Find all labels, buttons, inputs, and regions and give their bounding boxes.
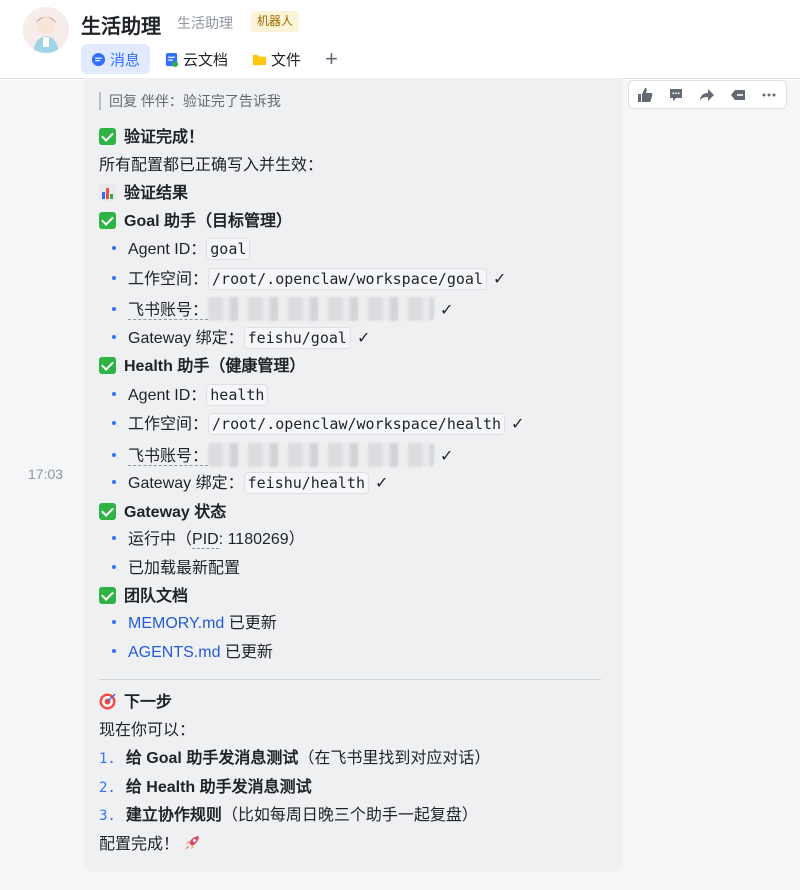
chat-tabs: 消息 云文档 文件 + <box>81 44 348 74</box>
goal-agent-id: Agent ID： goal <box>99 238 251 261</box>
config-done: 配置完成！ <box>99 834 201 856</box>
gateway-loaded: 已加载最新配置 <box>99 558 240 580</box>
chat-subtitle: 生活助理 <box>177 15 233 31</box>
goal-feishu-account: 飞书账号： ✓ <box>99 297 453 322</box>
thumbs-up-button[interactable] <box>629 81 660 108</box>
quote-button[interactable] <box>722 81 753 108</box>
target-icon <box>99 693 116 710</box>
divider <box>99 679 601 680</box>
check-mark-icon <box>99 212 116 229</box>
health-heading: Health 助手（健康管理） <box>99 356 305 378</box>
bot-avatar[interactable] <box>23 7 69 53</box>
message-icon <box>91 52 106 67</box>
reply-comment-icon <box>669 88 682 101</box>
verify-description: 所有配置都已正确写入并生效： <box>99 157 324 174</box>
check-mark-icon <box>99 503 116 520</box>
health-workspace: 工作空间：/root/.openclaw/workspace/health ✓ <box>99 413 524 436</box>
message-bubble: 回复 伴伴：验证完了告诉我 验证完成！ 所有配置都已正确写入并生效： 验证结果 … <box>84 78 622 872</box>
redacted-account <box>208 443 435 467</box>
add-tab-button[interactable]: + <box>315 44 348 74</box>
bar-chart-icon <box>99 184 116 201</box>
reply-comment-button[interactable] <box>660 81 691 108</box>
forward-button[interactable] <box>691 81 722 108</box>
health-gateway: Gateway 绑定： feishu/health ✓ <box>99 472 388 495</box>
rocket-icon <box>183 834 201 852</box>
health-feishu-account: 飞书账号： ✓ <box>99 443 453 468</box>
results-heading: 验证结果 <box>99 183 188 205</box>
memory-md-link[interactable]: MEMORY.md <box>128 615 224 632</box>
next-step-item-2: 2. 给 Health 助手发消息测试 <box>99 779 312 796</box>
gateway-status-heading: Gateway 状态 <box>99 502 226 524</box>
gateway-running: 运行中（PID: 1180269） <box>99 529 305 551</box>
agents-doc-item: AGENTS.md 已更新 <box>99 642 273 664</box>
more-button[interactable] <box>753 81 784 108</box>
goal-workspace: 工作空间：/root/.openclaw/workspace/goal ✓ <box>99 268 506 291</box>
tab-messages[interactable]: 消息 <box>81 44 151 74</box>
tab-label: 云文档 <box>183 51 229 69</box>
health-agent-id: Agent ID： health <box>99 384 269 407</box>
more-icon <box>762 93 775 96</box>
thumbs-up-icon <box>637 87 652 102</box>
forward-icon <box>699 88 714 101</box>
tab-label: 文件 <box>271 51 302 69</box>
agents-md-link[interactable]: AGENTS.md <box>128 644 220 661</box>
reply-quote[interactable]: 回复 伴伴：验证完了告诉我 <box>99 92 281 110</box>
robot-badge: 机器人 <box>251 11 300 32</box>
check-mark-icon <box>99 128 116 145</box>
memory-doc-item: MEMORY.md 已更新 <box>99 613 277 635</box>
goal-gateway: Gateway 绑定： feishu/goal ✓ <box>99 327 370 350</box>
next-step-intro: 现在你可以： <box>99 722 196 739</box>
folder-icon <box>252 52 267 67</box>
message-time: 17:03 <box>28 466 64 482</box>
next-step-item-1: 1. 给 Goal 助手发消息测试（在飞书里找到对应对话） <box>99 750 491 767</box>
quote-icon <box>730 89 745 100</box>
redacted-account <box>208 297 435 321</box>
check-mark-icon <box>99 357 116 374</box>
next-step-item-3: 3. 建立协作规则（比如每周日晚三个助手一起复盘） <box>99 807 478 824</box>
message-actions-bar <box>628 80 787 109</box>
team-docs-heading: 团队文档 <box>99 586 188 608</box>
next-step-heading: 下一步 <box>99 692 172 714</box>
tab-label: 消息 <box>110 51 141 69</box>
chat-title: 生活助理 <box>81 16 161 38</box>
cloud-doc-icon <box>164 52 179 67</box>
tab-files[interactable]: 文件 <box>242 44 311 74</box>
chat-content: 17:03 回复 伴伴：验证完了告诉我 验证完成！ 所有配置都已正确写入并生效：… <box>0 78 800 890</box>
check-mark-icon <box>99 587 116 604</box>
chat-header: 生活助理 生活助理 机器人 消息 云文档 文件 + <box>0 0 800 79</box>
verify-heading: 验证完成！ <box>99 127 204 149</box>
tab-cloud-docs[interactable]: 云文档 <box>154 44 238 74</box>
goal-heading: Goal 助手（目标管理） <box>99 211 292 233</box>
